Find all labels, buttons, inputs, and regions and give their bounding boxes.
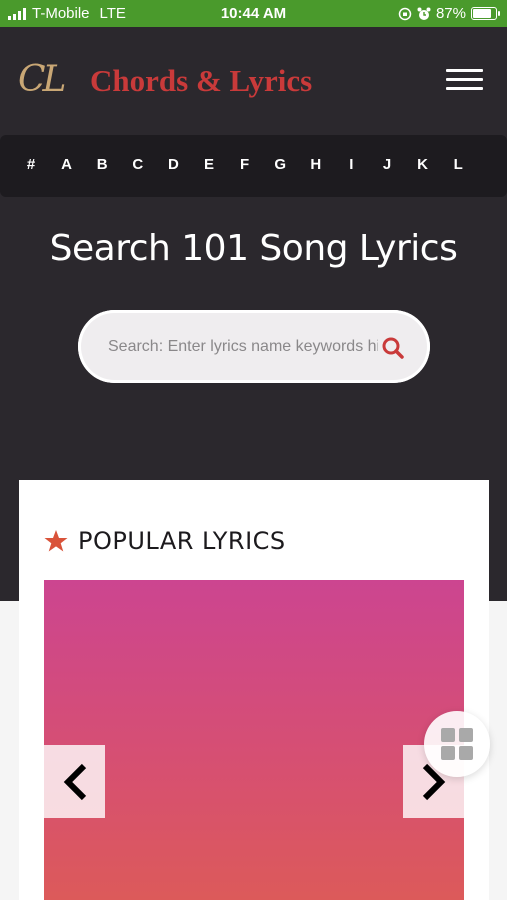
orientation-lock-icon [398, 7, 412, 20]
alphabet-link[interactable]: D [163, 156, 183, 173]
hero-title: Search 101 Song Lyrics [49, 228, 458, 269]
alphabet-nav: # A B C D E F G H I J K L [0, 135, 507, 197]
alphabet-link[interactable]: A [57, 156, 77, 173]
carousel-prev-button[interactable] [44, 745, 105, 818]
site-header: CL Chords & Lyrics [0, 27, 507, 135]
popular-carousel[interactable] [44, 580, 464, 900]
logo-text[interactable]: Chords & Lyrics [90, 63, 312, 99]
alphabet-link[interactable]: B [92, 156, 112, 173]
alphabet-link[interactable]: J [377, 156, 397, 173]
battery-percent: 87% [435, 5, 466, 22]
alphabet-link[interactable]: L [448, 156, 468, 173]
search-icon[interactable] [381, 336, 405, 360]
battery-icon [471, 7, 500, 20]
alphabet-link[interactable]: I [341, 156, 361, 173]
status-bar: T-Mobile LTE 10:44 AM 87% [0, 0, 507, 27]
alphabet-link[interactable]: E [199, 156, 219, 173]
alarm-icon [417, 7, 431, 20]
floating-menu-button[interactable] [424, 711, 490, 777]
chevron-left-icon [63, 763, 87, 801]
alphabet-link[interactable]: C [128, 156, 148, 173]
alphabet-link[interactable]: F [235, 156, 255, 173]
hamburger-icon[interactable] [446, 65, 484, 93]
alphabet-link[interactable]: H [306, 156, 326, 173]
popular-title: POPULAR LYRICS [78, 527, 286, 555]
popular-section-title: POPULAR LYRICS [44, 527, 286, 555]
alphabet-link[interactable]: K [413, 156, 433, 173]
logo-mark[interactable]: CL [18, 59, 66, 100]
search-input[interactable] [108, 334, 378, 360]
alphabet-link[interactable]: G [270, 156, 290, 173]
alphabet-link[interactable]: # [21, 156, 41, 173]
status-right: 87% [398, 5, 500, 22]
search-bar[interactable] [78, 310, 430, 383]
star-icon [44, 530, 68, 552]
